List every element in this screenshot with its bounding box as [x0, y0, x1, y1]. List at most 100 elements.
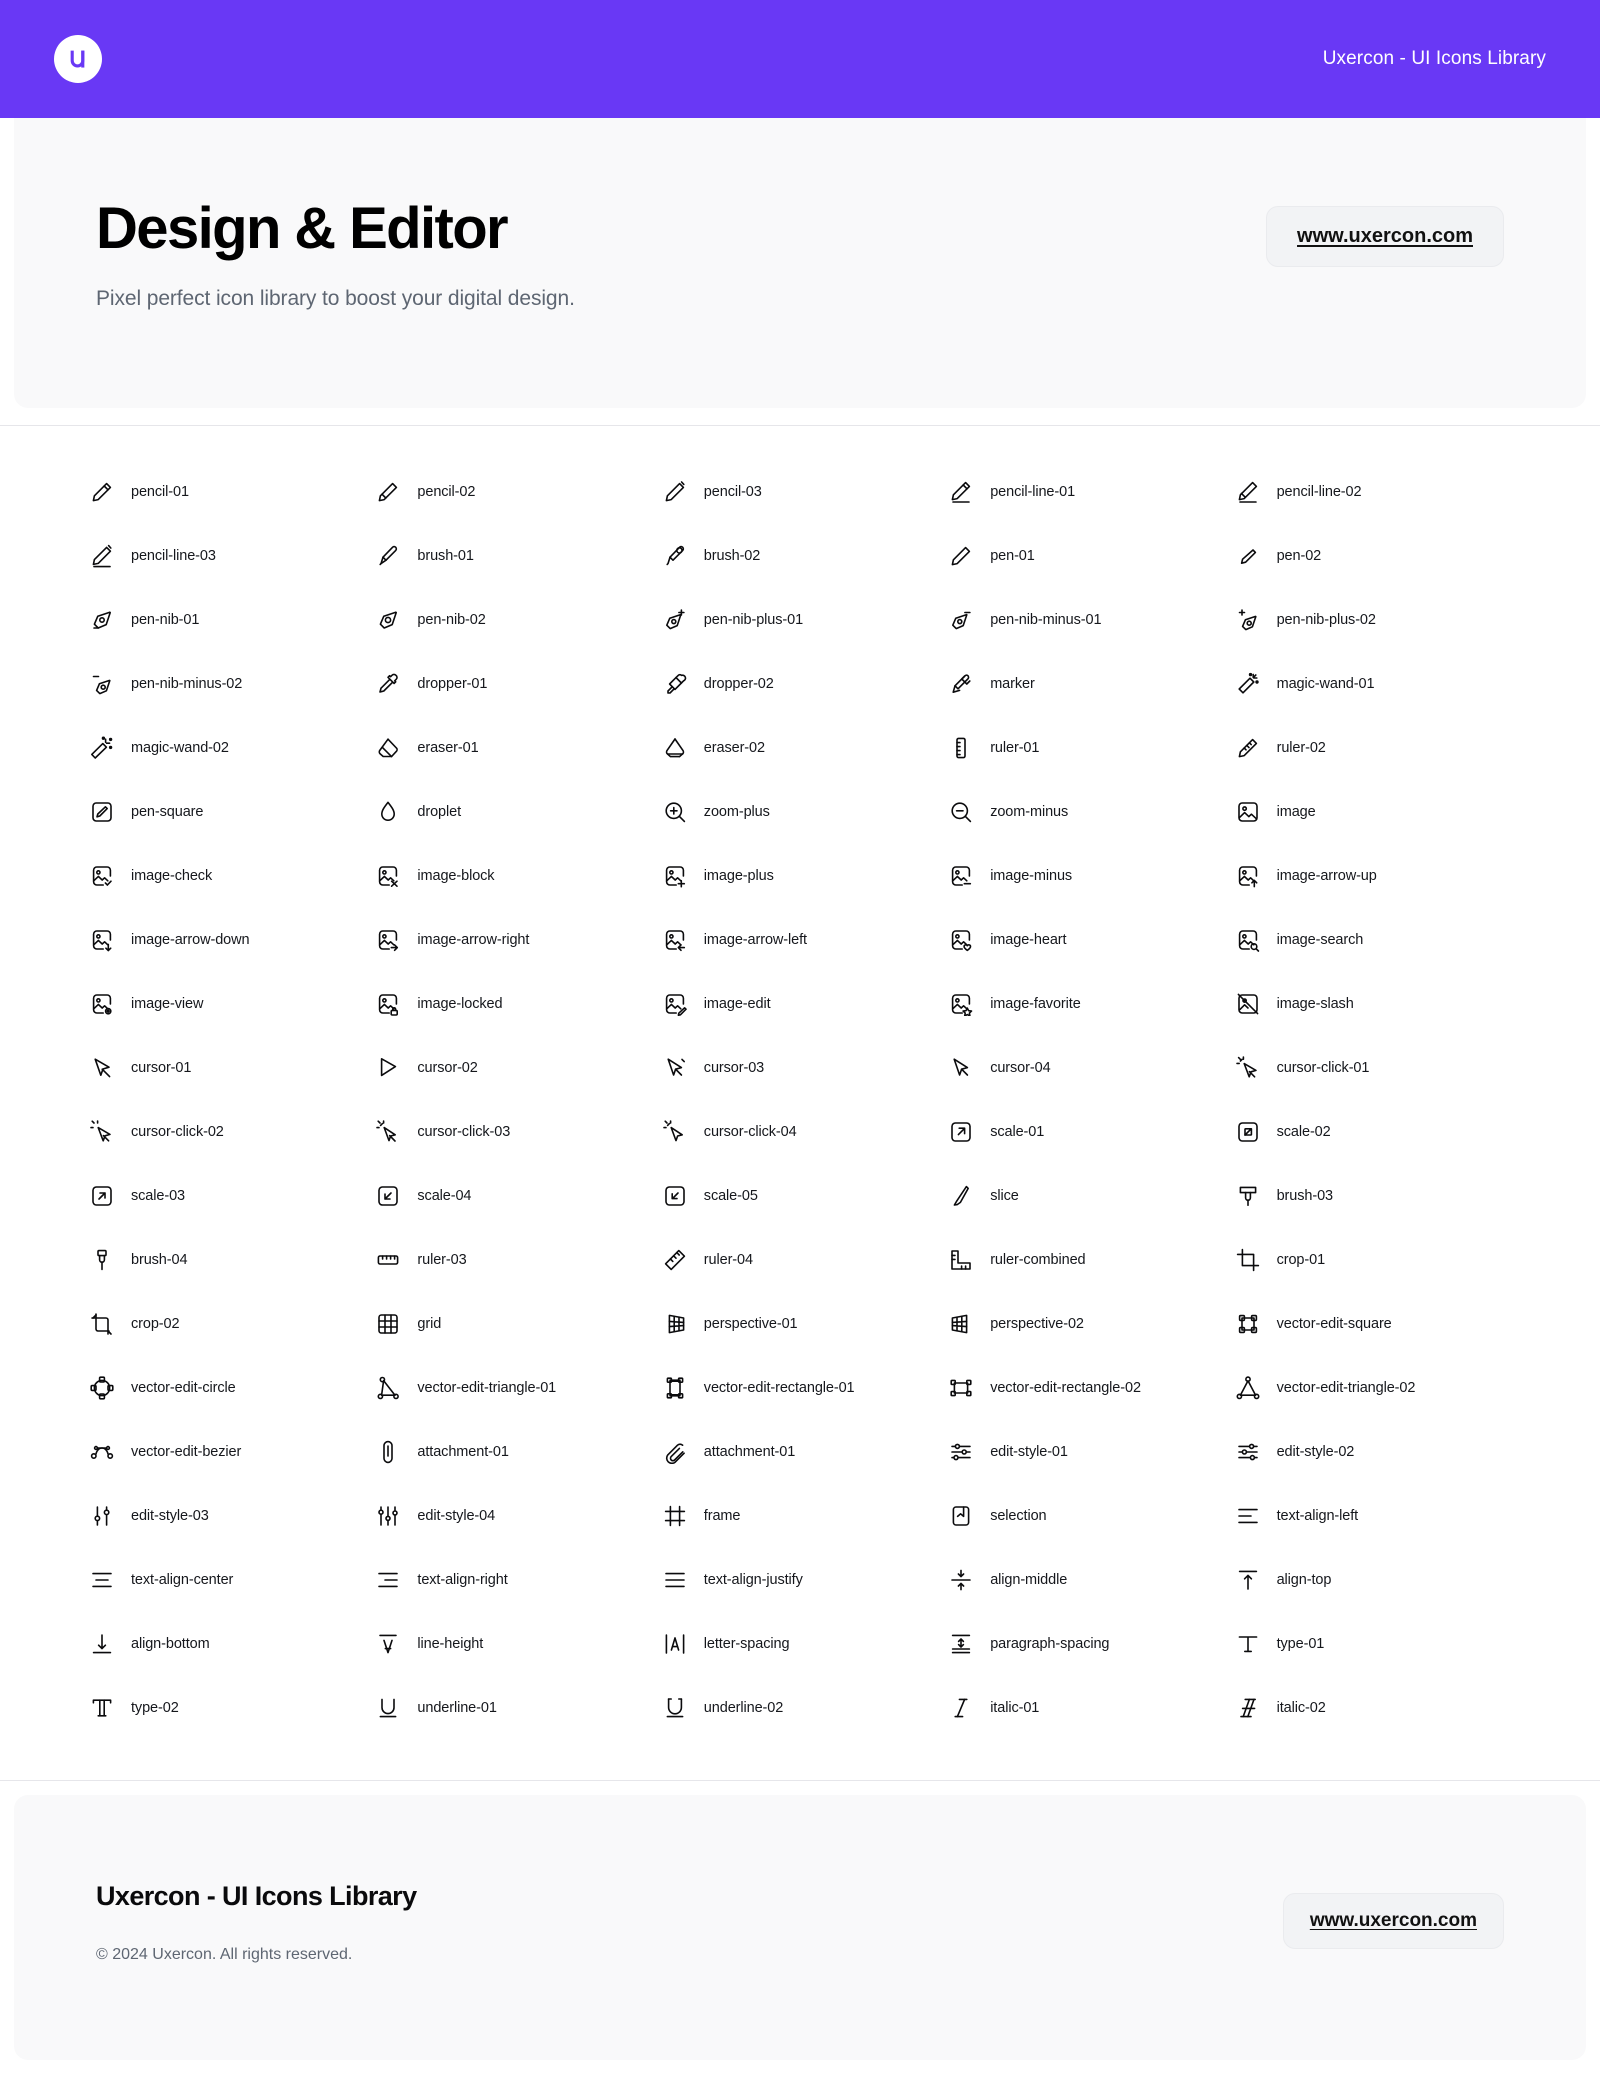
icon-cell[interactable]: cursor-02	[376, 1036, 662, 1100]
icon-cell[interactable]: ruler-02	[1236, 716, 1522, 780]
icon-cell[interactable]: magic-wand-01	[1236, 652, 1522, 716]
icon-cell[interactable]: brush-02	[663, 524, 949, 588]
icon-cell[interactable]: brush-04	[90, 1228, 376, 1292]
icon-cell[interactable]: frame	[663, 1484, 949, 1548]
icon-cell[interactable]: vector-edit-circle	[90, 1356, 376, 1420]
icon-cell[interactable]: edit-style-02	[1236, 1420, 1522, 1484]
footer-website-link[interactable]: www.uxercon.com	[1282, 1893, 1504, 1949]
icon-cell[interactable]: letter-spacing	[663, 1612, 949, 1676]
icon-cell[interactable]: image-search	[1236, 908, 1522, 972]
icon-cell[interactable]: attachment-01	[376, 1420, 662, 1484]
icon-cell[interactable]: vector-edit-rectangle-01	[663, 1356, 949, 1420]
icon-cell[interactable]: eraser-02	[663, 716, 949, 780]
icon-cell[interactable]: ruler-04	[663, 1228, 949, 1292]
icon-cell[interactable]: droplet	[376, 780, 662, 844]
icon-cell[interactable]: pencil-line-03	[90, 524, 376, 588]
icon-cell[interactable]: pencil-01	[90, 460, 376, 524]
icon-cell[interactable]: pen-nib-minus-02	[90, 652, 376, 716]
icon-cell[interactable]: attachment-01	[663, 1420, 949, 1484]
icon-cell[interactable]: image-arrow-right	[376, 908, 662, 972]
icon-cell[interactable]: image-block	[376, 844, 662, 908]
icon-cell[interactable]: pen-nib-minus-01	[949, 588, 1235, 652]
icon-cell[interactable]: pencil-line-02	[1236, 460, 1522, 524]
icon-cell[interactable]: cursor-click-01	[1235, 1036, 1522, 1100]
icon-cell[interactable]: image-arrow-down	[90, 908, 376, 972]
icon-cell[interactable]: scale-01	[949, 1100, 1235, 1164]
icon-cell[interactable]: align-top	[1236, 1548, 1522, 1612]
icon-cell[interactable]: vector-edit-rectangle-02	[949, 1356, 1235, 1420]
uxercon-logo-icon[interactable]	[54, 35, 102, 83]
icon-cell[interactable]: vector-edit-triangle-01	[376, 1356, 662, 1420]
icon-cell[interactable]: cursor-03	[663, 1036, 949, 1100]
icon-cell[interactable]: cursor-click-02	[90, 1100, 376, 1164]
icon-cell[interactable]: pen-nib-02	[376, 588, 662, 652]
icon-cell[interactable]: pen-01	[949, 524, 1235, 588]
icon-cell[interactable]: dropper-01	[376, 652, 662, 716]
icon-cell[interactable]: image-heart	[949, 908, 1235, 972]
icon-cell[interactable]: align-middle	[949, 1548, 1235, 1612]
icon-cell[interactable]: text-align-center	[90, 1548, 376, 1612]
icon-cell[interactable]: type-02	[90, 1676, 376, 1740]
icon-cell[interactable]: pen-02	[1236, 524, 1522, 588]
icon-cell[interactable]: pencil-02	[376, 460, 662, 524]
icon-cell[interactable]: pencil-line-01	[949, 460, 1235, 524]
icon-cell[interactable]: text-align-left	[1236, 1484, 1522, 1548]
icon-cell[interactable]: edit-style-03	[90, 1484, 376, 1548]
icon-cell[interactable]: image-arrow-left	[663, 908, 949, 972]
icon-cell[interactable]: slice	[949, 1164, 1235, 1228]
icon-cell[interactable]: scale-05	[663, 1164, 949, 1228]
icon-cell[interactable]: scale-04	[376, 1164, 662, 1228]
icon-cell[interactable]: italic-02	[1236, 1676, 1522, 1740]
icon-cell[interactable]: vector-edit-triangle-02	[1236, 1356, 1522, 1420]
icon-cell[interactable]: crop-01	[1236, 1228, 1522, 1292]
icon-cell[interactable]: italic-01	[949, 1676, 1235, 1740]
icon-cell[interactable]: cursor-click-03	[376, 1100, 662, 1164]
icon-cell[interactable]: selection	[949, 1484, 1235, 1548]
icon-cell[interactable]: marker	[949, 652, 1235, 716]
icon-cell[interactable]: image-plus	[663, 844, 949, 908]
icon-cell[interactable]: image-locked	[376, 972, 662, 1036]
icon-cell[interactable]: scale-02	[1236, 1100, 1522, 1164]
icon-cell[interactable]: image-slash	[1236, 972, 1522, 1036]
icon-cell[interactable]: pen-nib-plus-01	[663, 588, 949, 652]
icon-cell[interactable]: edit-style-04	[376, 1484, 662, 1548]
icon-cell[interactable]: vector-edit-square	[1236, 1292, 1522, 1356]
icon-cell[interactable]: zoom-plus	[663, 780, 949, 844]
icon-cell[interactable]: text-align-justify	[663, 1548, 949, 1612]
icon-cell[interactable]: paragraph-spacing	[949, 1612, 1235, 1676]
icon-cell[interactable]: brush-01	[376, 524, 662, 588]
icon-cell[interactable]: image-check	[90, 844, 376, 908]
icon-cell[interactable]: cursor-01	[90, 1036, 376, 1100]
icon-cell[interactable]: grid	[376, 1292, 662, 1356]
icon-cell[interactable]: image-arrow-up	[1236, 844, 1522, 908]
icon-cell[interactable]: cursor-click-04	[662, 1100, 949, 1164]
icon-cell[interactable]: pen-nib-01	[90, 588, 376, 652]
icon-cell[interactable]: edit-style-01	[949, 1420, 1235, 1484]
icon-cell[interactable]: ruler-combined	[949, 1228, 1235, 1292]
icon-cell[interactable]: image-minus	[949, 844, 1235, 908]
icon-cell[interactable]: vector-edit-bezier	[90, 1420, 376, 1484]
icon-cell[interactable]: pen-square	[90, 780, 376, 844]
icon-cell[interactable]: image	[1236, 780, 1522, 844]
hero-website-link[interactable]: www.uxercon.com	[1266, 206, 1504, 267]
icon-cell[interactable]: image-edit	[663, 972, 949, 1036]
icon-cell[interactable]: underline-02	[663, 1676, 949, 1740]
icon-cell[interactable]: type-01	[1236, 1612, 1522, 1676]
icon-cell[interactable]: cursor-04	[949, 1036, 1235, 1100]
icon-cell[interactable]: pen-nib-plus-02	[1236, 588, 1522, 652]
icon-cell[interactable]: crop-02	[90, 1292, 376, 1356]
icon-cell[interactable]: magic-wand-02	[90, 716, 376, 780]
icon-cell[interactable]: image-favorite	[949, 972, 1235, 1036]
icon-cell[interactable]: image-view	[90, 972, 376, 1036]
icon-cell[interactable]: align-bottom	[90, 1612, 376, 1676]
icon-cell[interactable]: eraser-01	[376, 716, 662, 780]
icon-cell[interactable]: zoom-minus	[949, 780, 1235, 844]
icon-cell[interactable]: scale-03	[90, 1164, 376, 1228]
icon-cell[interactable]: brush-03	[1236, 1164, 1522, 1228]
icon-cell[interactable]: text-align-right	[376, 1548, 662, 1612]
icon-cell[interactable]: underline-01	[376, 1676, 662, 1740]
icon-cell[interactable]: perspective-02	[949, 1292, 1235, 1356]
icon-cell[interactable]: perspective-01	[663, 1292, 949, 1356]
icon-cell[interactable]: line-height	[376, 1612, 662, 1676]
icon-cell[interactable]: ruler-01	[949, 716, 1235, 780]
